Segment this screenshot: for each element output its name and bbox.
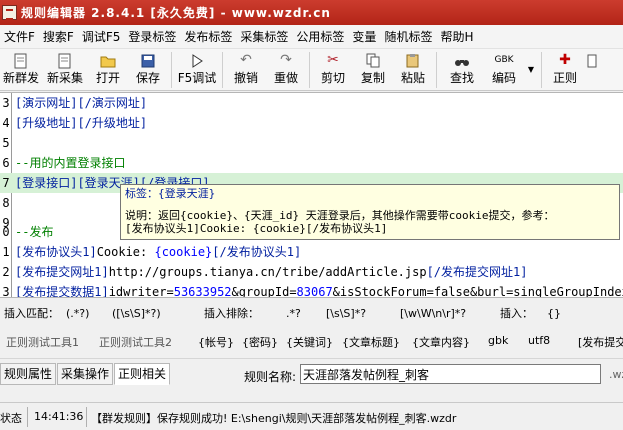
insert-match-label: 插入匹配： [4,307,59,320]
undo-icon: ↶ [240,52,252,68]
menu-bar: 文件F 搜索F 调试F5 登录标签 发布标签 采集标签 公用标签 变量 随机标签… [0,25,623,49]
redo-icon: ↷ [280,52,292,68]
regex-tool-1[interactable]: 正则测试工具1 [6,334,79,350]
save-icon [141,52,155,69]
paste-icon [406,52,420,69]
new-send-button[interactable]: 新群发 [0,49,42,91]
redo-button[interactable]: ↷ 重做 [266,49,306,91]
insert-publish-submit[interactable]: [发布提交 [578,334,623,350]
status-bar: 状态 14:41:36 【群发规则】保存规则成功! E:\shengi\规则\天… [0,402,623,430]
insert-utf8[interactable]: utf8 [528,334,550,347]
insert-exclude-label: 插入排除： [204,307,259,320]
status-time: 14:41:36 [34,410,84,423]
debug-icon [191,52,203,69]
more-button[interactable] [585,49,599,91]
copy-icon [366,52,380,69]
menu-publish-tags[interactable]: 发布标签 [180,26,236,48]
menu-common-tags[interactable]: 公用标签 [292,26,348,48]
menu-variables[interactable]: 变量 [348,26,380,48]
undo-button[interactable]: ↶ 撤销 [226,49,266,91]
insert-label: 插入： [500,307,533,320]
status-divider [27,407,28,427]
open-folder-icon [100,52,116,69]
code-line: 4 [升级地址][/升级地址] [2,116,148,130]
paste-button[interactable]: 粘贴 [393,49,433,91]
insert-exclude-item[interactable]: .*? [286,307,301,320]
chevron-down-icon: ▼ [527,65,535,74]
menu-random-tags[interactable]: 随机标签 [380,26,436,48]
insert-bar: 插入匹配： (.*?) ([\s\S]*?) 插入排除： .*? [\s\S]*… [0,299,623,327]
tab-rule-properties[interactable]: 规则属性 [0,363,57,385]
rule-name-suffix: .wz [609,368,623,381]
debug-button[interactable]: F5调试 [175,49,219,91]
regex-icon: ✚ [559,52,571,68]
new-send-icon [14,52,28,69]
toolbar-separator [541,52,542,88]
toolbar-separator [171,52,172,88]
menu-login-tags[interactable]: 登录标签 [124,26,180,48]
title-bar: 规则编辑器 2.8.4.1 [永久免费] - www.wzdr.cn [0,0,623,25]
status-label: 状态 [0,412,22,425]
code-line: 6 --用的内置登录接口 [2,156,126,170]
rule-name-input[interactable] [300,364,601,384]
code-line: 3 [演示网址][/演示网址] [2,96,148,110]
insert-match-item[interactable]: ([\s\S]*?) [112,307,161,320]
new-collect-icon [58,52,72,69]
menu-debug[interactable]: 调试F5 [78,26,125,48]
more-icon [587,52,597,69]
app-icon [2,5,17,20]
open-button[interactable]: 打开 [88,49,128,91]
insert-exclude-item[interactable]: [\w\W\n\r]*? [400,307,466,320]
insert-exclude-item[interactable]: [\s\S]*? [326,307,366,320]
copy-button[interactable]: 复制 [353,49,393,91]
encoding-icon: GBK [494,55,514,65]
toolbar: 新群发 新采集 打开 保存 F5调试 ↶ 撤销 ↷ 重做 ✂ 剪切 复制 粘贴 … [0,49,623,91]
code-line: 3 [发布提交数据1]idwriter=53633952&groupId=830… [2,285,623,298]
cut-button[interactable]: ✂ 剪切 [313,49,353,91]
insert-gbk[interactable]: gbk [488,334,508,347]
encoding-button[interactable]: GBK 编码 [484,49,524,91]
status-message: 【群发规则】保存规则成功! E:\shengi\规则\天涯部落发帖例程_刺客.w… [91,412,457,425]
status-divider [86,407,87,427]
bottom-tab-bar: 规则属性 采集操作 正则相关 规则名称: .wz [0,358,623,386]
menu-collect-tags[interactable]: 采集标签 [236,26,292,48]
tag-tooltip: 标签：{登录天涯} 说明：返回{cookie}、{天涯_id} 天涯登录后，其他… [120,184,620,240]
toolbar-separator [222,52,223,88]
insert-match-item[interactable]: (.*?) [66,307,89,320]
toolbar-separator [309,52,310,88]
find-button[interactable]: 查找 [440,49,484,91]
insert-article-title[interactable]: {文章标题} [342,334,400,350]
regex-tool-2[interactable]: 正则测试工具2 [99,334,172,350]
tab-collect-operations[interactable]: 采集操作 [57,363,114,385]
new-collect-button[interactable]: 新采集 [42,49,88,91]
rule-name-label: 规则名称: [244,370,297,384]
regex-button[interactable]: ✚ 正则 [545,49,585,91]
insert-article-content[interactable]: {文章内容} [412,334,470,350]
toolbar-separator [436,52,437,88]
find-icon [454,52,470,69]
menu-help[interactable]: 帮助H [436,26,477,48]
save-button[interactable]: 保存 [128,49,168,91]
cut-icon: ✂ [327,52,339,68]
window-title: 规则编辑器 2.8.4.1 [永久免费] - www.wzdr.cn [21,6,331,20]
regex-bar: 正则测试工具1 正则测试工具2 {帐号} {密码} {关键词} {文章标题} {… [0,328,623,356]
encoding-dropdown[interactable]: ▼ [524,49,538,91]
code-editor[interactable]: 3 [演示网址][/演示网址] 4 [升级地址][/升级地址] 5 6 --用的… [0,92,623,298]
code-line: 5 [2,136,10,150]
insert-keyword[interactable]: {关键词} [286,334,333,350]
menu-search[interactable]: 搜索F [39,26,78,48]
code-line: 2 [发布提交网址1]http://groups.tianya.cn/tribe… [2,265,528,279]
insert-password[interactable]: {密码} [242,334,278,350]
menu-file[interactable]: 文件F [0,26,39,48]
code-line: 1 [发布协议头1]Cookie: {cookie}[/发布协议头1] [2,245,302,259]
tab-regex-related[interactable]: 正则相关 [114,363,171,385]
insert-item[interactable]: {} [547,307,561,320]
insert-account[interactable]: {帐号} [198,334,234,350]
